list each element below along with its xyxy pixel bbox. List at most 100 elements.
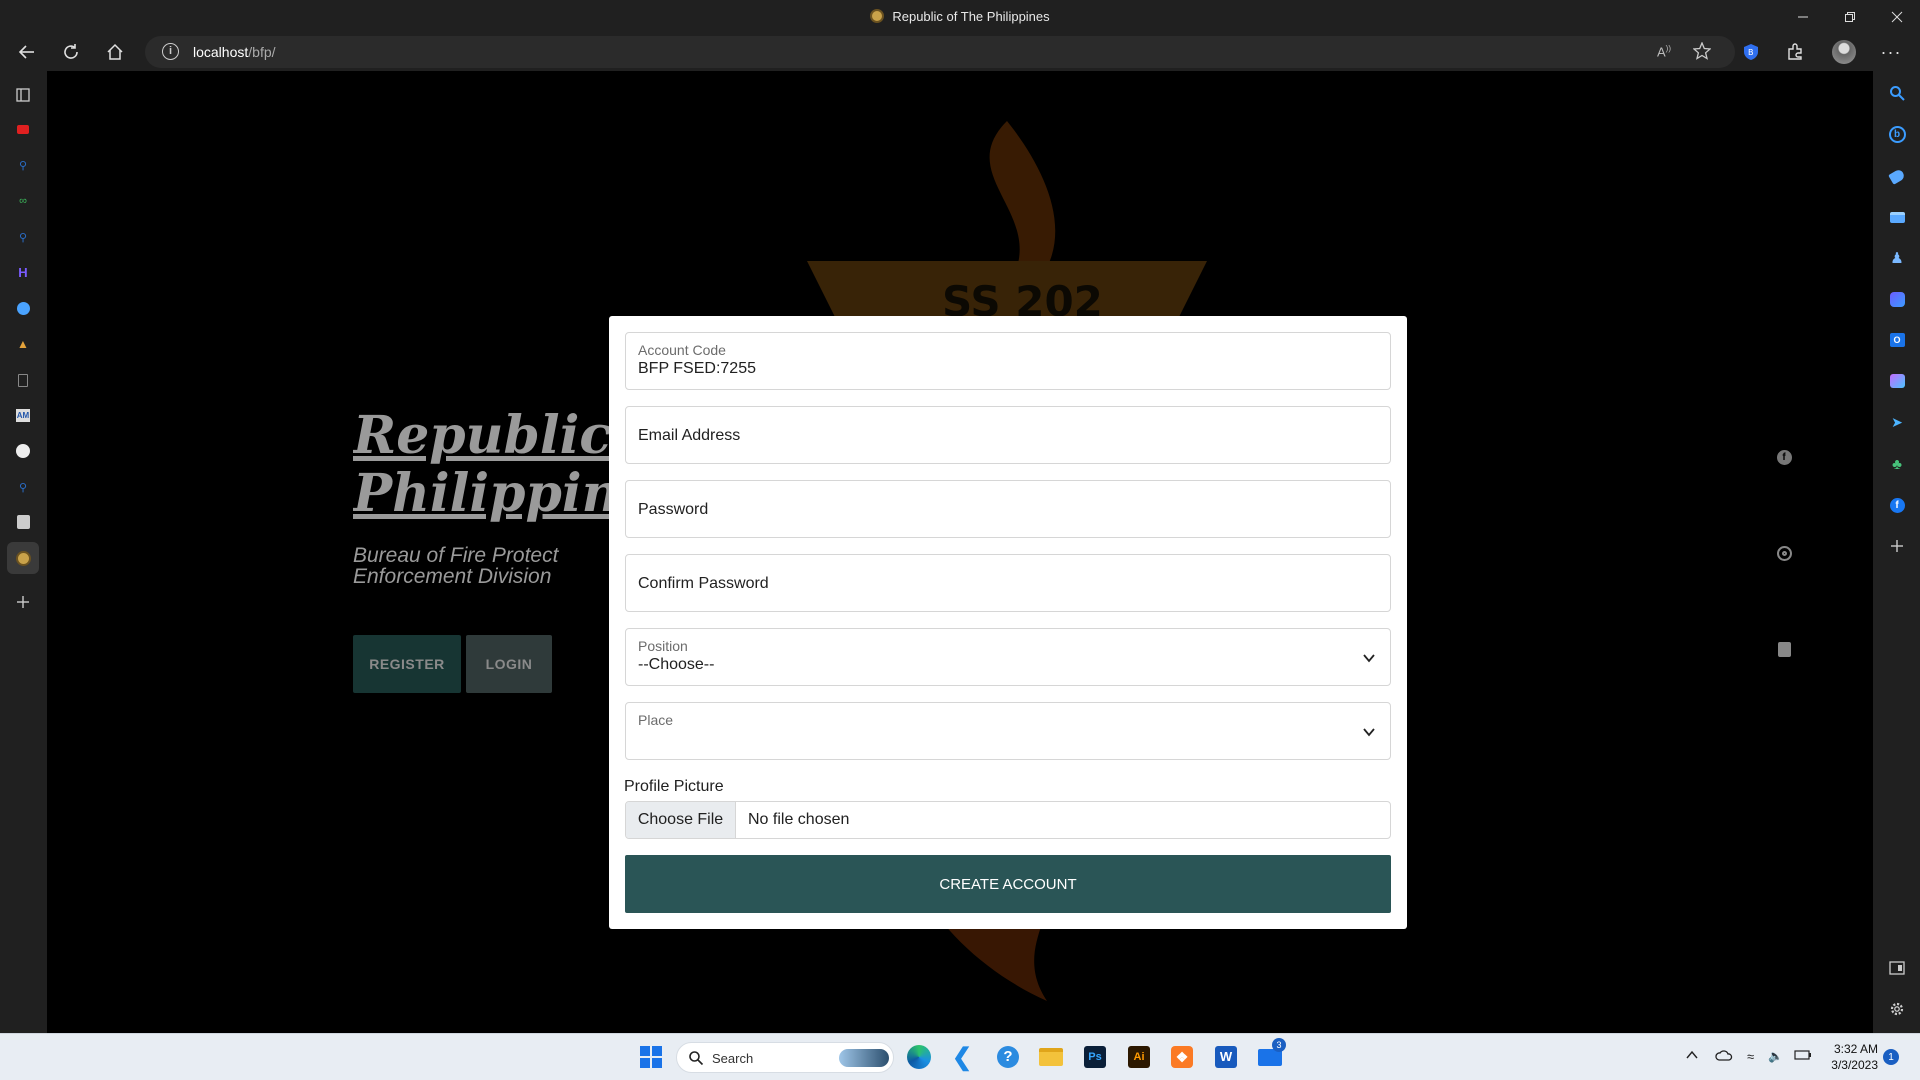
facebook-link[interactable]: f — [1776, 449, 1792, 465]
xampp-icon: ❖ — [1171, 1046, 1193, 1068]
show-hidden-icons-button[interactable] — [1686, 1049, 1698, 1063]
new-tab-button[interactable] — [12, 591, 34, 613]
target-icon — [1776, 545, 1792, 561]
tab-github[interactable] — [12, 440, 34, 462]
sidebar-add-button[interactable] — [1885, 534, 1909, 558]
email-field[interactable]: Email Address — [625, 406, 1391, 464]
taskbar-file-explorer[interactable] — [1036, 1042, 1066, 1072]
chevron-down-icon — [1363, 654, 1375, 663]
taskbar-xampp[interactable]: ❖ — [1167, 1042, 1197, 1072]
sidebar-search-button[interactable] — [1885, 81, 1909, 105]
tab-actions-button[interactable] — [12, 84, 34, 106]
volume-button[interactable]: 🔈 — [1768, 1049, 1783, 1063]
tab-document[interactable] — [12, 369, 34, 391]
tab-mountain-site[interactable]: ▲ — [12, 333, 34, 355]
favorites-star-icon[interactable] — [1692, 41, 1712, 65]
hero-title: Republic Philippin — [353, 407, 613, 523]
confirm-password-placeholder: Confirm Password — [638, 575, 769, 592]
sidebar-office-button[interactable] — [1885, 287, 1909, 311]
taskbar-clock[interactable]: 3:32 AM 3/3/2023 — [1820, 1041, 1878, 1073]
create-account-button[interactable]: CREATE ACCOUNT — [625, 855, 1391, 913]
chevron-up-icon — [1686, 1050, 1698, 1059]
puzzle-icon — [1788, 43, 1802, 60]
taskbar-mail[interactable]: 3 — [1255, 1038, 1286, 1072]
account-code-field[interactable]: Account Code BFP FSED:7255 — [625, 332, 1391, 390]
start-button[interactable] — [636, 1042, 666, 1072]
place-select[interactable]: Place — [625, 702, 1391, 760]
sidebar-bing-button[interactable]: b — [1885, 122, 1909, 146]
url-text[interactable]: localhost/bfp/ — [193, 44, 276, 60]
sidebar-outlook-button[interactable]: O — [1885, 328, 1909, 352]
tab-purple-site[interactable]: H — [12, 261, 34, 283]
portrait-icon — [16, 515, 30, 529]
bfp-seal-icon — [15, 550, 31, 566]
restore-button[interactable] — [1827, 0, 1873, 33]
taskbar-vscode[interactable]: ❮ — [947, 1042, 977, 1072]
choose-file-button[interactable]: Choose File — [626, 802, 736, 838]
bing-icon: b — [1888, 125, 1906, 143]
confirm-password-field[interactable]: Confirm Password — [625, 554, 1391, 612]
tab-green-site[interactable]: ∞ — [12, 190, 34, 212]
sidebar-tools-button[interactable] — [1885, 205, 1909, 229]
close-window-button[interactable] — [1874, 0, 1920, 33]
sidebar-tree-button[interactable]: ♣ — [1885, 452, 1909, 476]
contact-link[interactable] — [1776, 641, 1792, 657]
circle-logo-icon — [16, 301, 30, 315]
taskbar-search[interactable]: Search — [676, 1042, 894, 1073]
mail-badge: 3 — [1272, 1038, 1286, 1052]
sidebar-shopping-button[interactable] — [1885, 164, 1909, 188]
taskbar-photoshop[interactable]: Ps — [1080, 1042, 1110, 1072]
document-icon — [18, 373, 28, 387]
taskbar-edge[interactable] — [904, 1042, 934, 1072]
contact-card-icon — [1777, 641, 1791, 657]
tab-portrait-site[interactable] — [12, 511, 34, 533]
settings-more-button[interactable]: ··· — [1876, 37, 1906, 67]
sidebar-settings-button[interactable] — [1885, 997, 1909, 1021]
shield-icon: B — [1744, 44, 1758, 60]
refresh-button[interactable] — [56, 37, 86, 67]
url-host: localhost — [193, 44, 249, 60]
tab-search-2[interactable]: ⚲ — [12, 226, 34, 248]
tab-bfp-active[interactable] — [7, 542, 39, 574]
password-field[interactable]: Password — [625, 480, 1391, 538]
position-select[interactable]: Position --Choose-- — [625, 628, 1391, 686]
login-button[interactable]: LOGIN — [466, 635, 552, 693]
register-button[interactable]: REGISTER — [353, 635, 461, 693]
search-icon: ⚲ — [18, 481, 28, 494]
search-icon: ⚲ — [18, 159, 28, 172]
battery-button[interactable] — [1794, 1049, 1812, 1063]
search-placeholder: Search — [712, 1051, 754, 1066]
notification-badge[interactable]: 1 — [1883, 1049, 1899, 1065]
minimize-button[interactable] — [1780, 0, 1826, 33]
profile-picture-file-input[interactable]: Choose File No file chosen — [625, 801, 1391, 839]
word-icon: W — [1215, 1046, 1237, 1068]
address-bar[interactable]: i localhost/bfp/ A)) — [145, 36, 1735, 68]
taskbar-illustrator[interactable]: Ai — [1124, 1042, 1154, 1072]
site-info-icon[interactable]: i — [162, 43, 179, 60]
profile-avatar-button[interactable] — [1829, 37, 1859, 67]
sidebar-games-button[interactable]: ♟ — [1885, 246, 1909, 270]
home-button[interactable] — [100, 37, 130, 67]
sidebar-designer-button[interactable] — [1885, 369, 1909, 393]
tab-youtube[interactable] — [12, 118, 34, 140]
minimize-icon — [1798, 16, 1808, 17]
wifi-button[interactable]: ≈ — [1747, 1049, 1754, 1064]
sidebar-facebook-button[interactable]: f — [1885, 493, 1909, 517]
tab-blue-circle-site[interactable] — [12, 297, 34, 319]
search-icon — [1890, 86, 1905, 101]
tab-search-1[interactable]: ⚲ — [12, 154, 34, 176]
back-button[interactable] — [12, 37, 42, 67]
onedrive-button[interactable] — [1715, 1049, 1733, 1064]
email-placeholder: Email Address — [638, 427, 741, 444]
target-link[interactable] — [1776, 545, 1792, 561]
taskbar-word[interactable]: W — [1211, 1042, 1241, 1072]
tab-am-site[interactable]: AM — [12, 404, 34, 426]
tab-search-3[interactable]: ⚲ — [12, 476, 34, 498]
extensions-button[interactable] — [1780, 37, 1810, 67]
read-aloud-icon[interactable]: A)) — [1657, 44, 1671, 59]
office-icon — [1889, 291, 1905, 307]
sidebar-split-screen-button[interactable] — [1885, 956, 1909, 980]
taskbar-help[interactable]: ? — [993, 1042, 1023, 1072]
sidebar-send-button[interactable]: ➤ — [1885, 410, 1909, 434]
extension-shield-button[interactable]: B — [1736, 37, 1766, 67]
